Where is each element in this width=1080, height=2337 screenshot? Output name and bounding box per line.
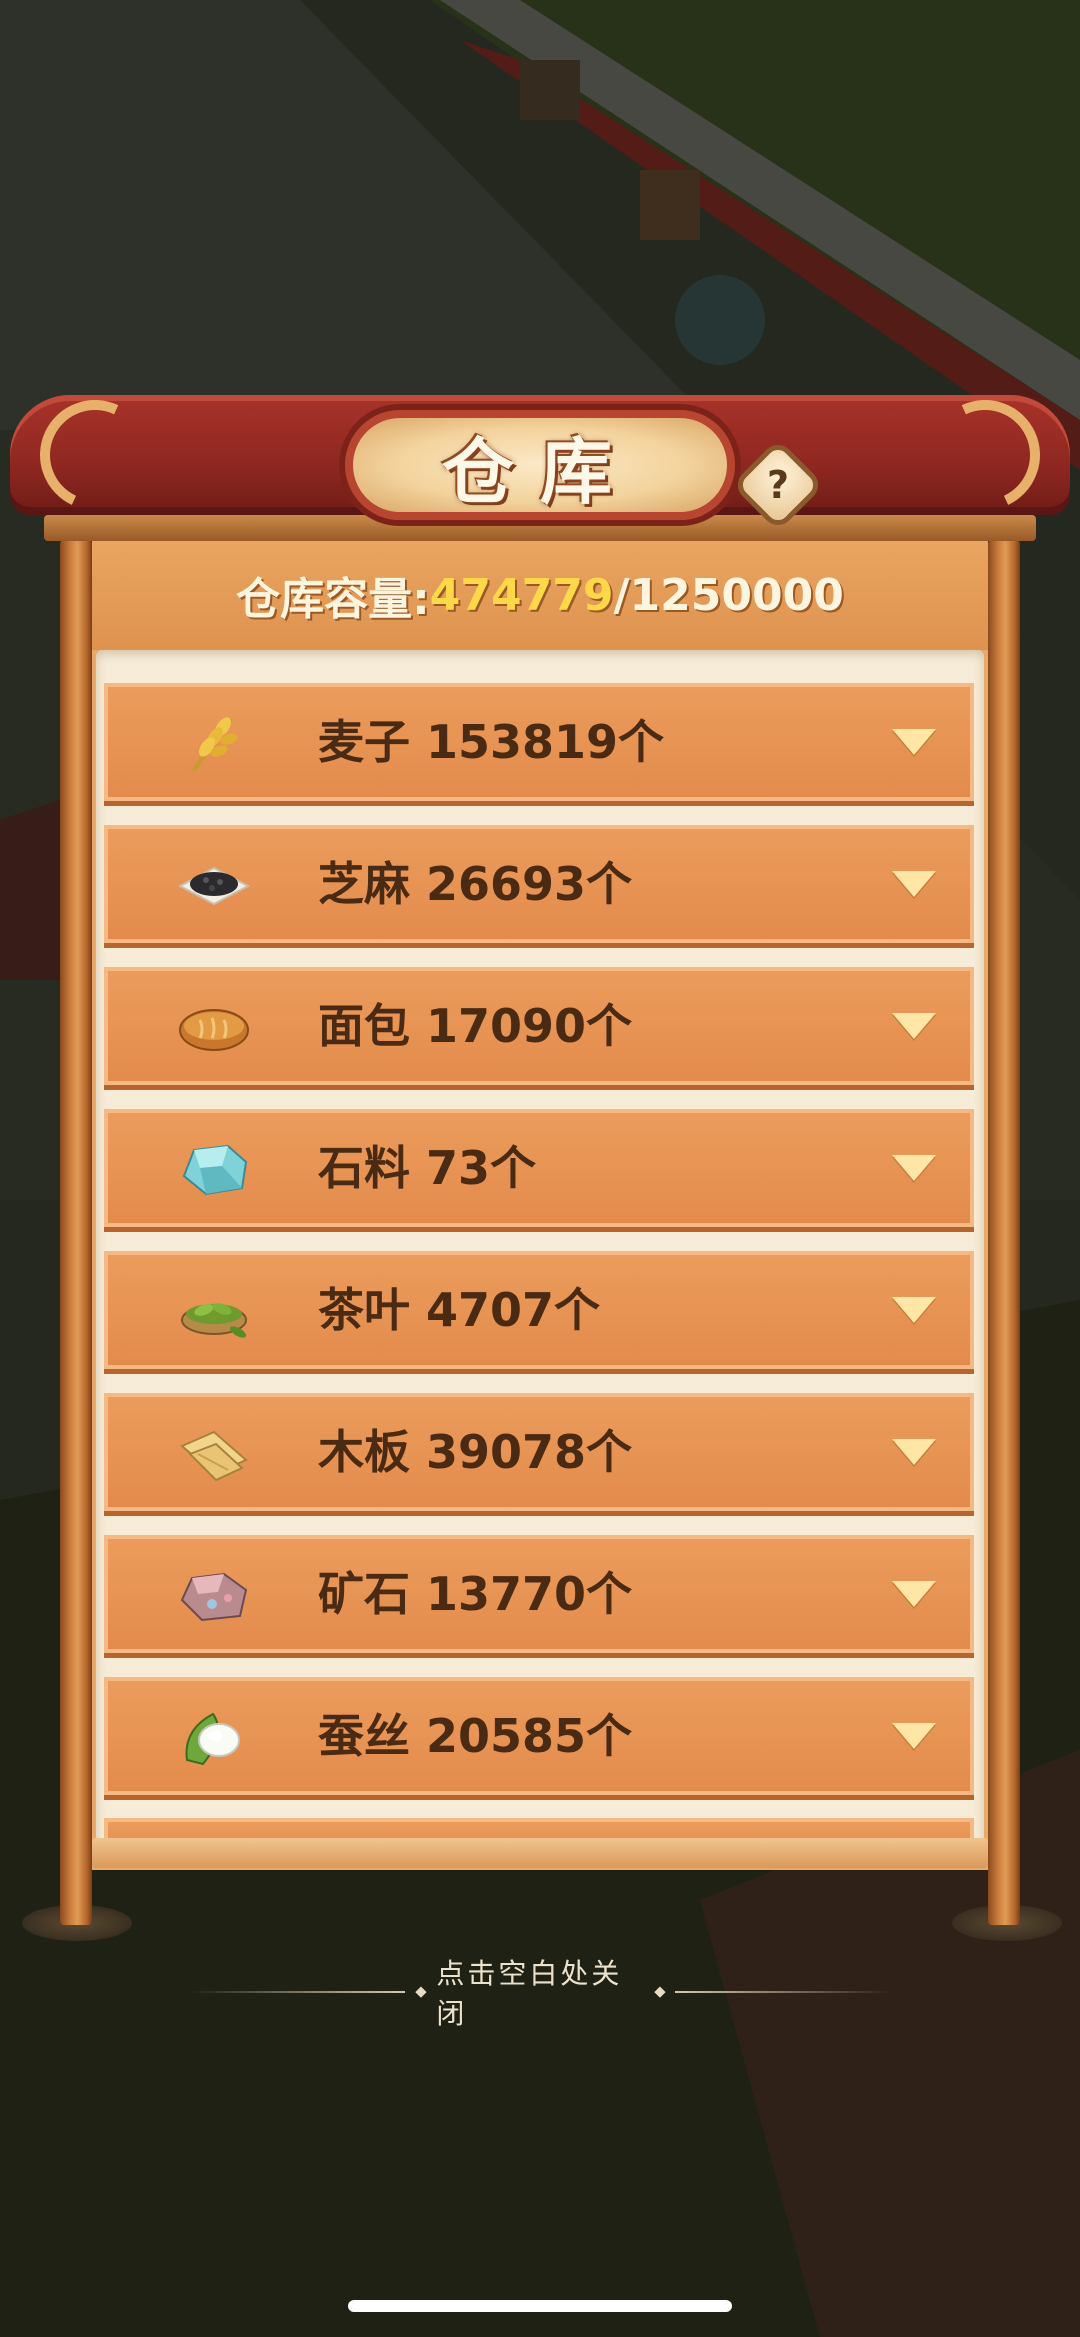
item-name: 矿石 13770个 — [318, 1567, 633, 1621]
diamond-icon — [653, 1986, 665, 1998]
divider — [675, 1991, 890, 1993]
list-item-wheat[interactable]: 麦子 153819个 — [104, 683, 974, 801]
list-item-stone[interactable]: 石料 73个 — [104, 1109, 974, 1227]
list-item-tea[interactable]: 茶叶 4707个 — [104, 1251, 974, 1369]
item-list[interactable]: 麦子 153819个 芝麻 26693个 面包 17090个 石料 73个 茶叶… — [96, 650, 984, 1850]
sesame-icon — [174, 851, 254, 921]
close-hint[interactable]: 点击空白处关闭 — [190, 1957, 890, 2030]
close-hint-text: 点击空白处关闭 — [436, 1957, 623, 2030]
home-indicator[interactable] — [348, 2300, 732, 2312]
capacity-bar: 仓库容量: 474779/1250000 — [92, 540, 988, 650]
right-post — [988, 540, 1020, 1925]
capacity-current: 474779 — [429, 569, 614, 621]
page-title: 仓库 — [441, 428, 638, 514]
board-bottom-rail — [92, 1838, 988, 1868]
expand-arrow-icon[interactable] — [892, 729, 936, 755]
capacity-label: 仓库容量: — [236, 574, 430, 625]
left-post — [60, 540, 92, 1925]
item-name: 芝麻 26693个 — [318, 857, 633, 911]
capacity-max: 1250000 — [629, 569, 844, 621]
expand-arrow-icon[interactable] — [892, 1723, 936, 1749]
bread-icon — [174, 993, 254, 1063]
list-item-plank[interactable]: 木板 39078个 — [104, 1393, 974, 1511]
capacity-separator: / — [613, 569, 630, 621]
tea-leaf-icon — [174, 1277, 254, 1347]
question-mark-icon: ? — [766, 463, 790, 507]
item-name: 面包 17090个 — [318, 999, 633, 1053]
warehouse-panel: 仓库容量: 474779/1250000 麦子 153819个 芝麻 26693… — [0, 0, 1080, 2000]
expand-arrow-icon[interactable] — [892, 1439, 936, 1465]
list-item-ore[interactable]: 矿石 13770个 — [104, 1535, 974, 1653]
plank-icon — [174, 1419, 254, 1489]
expand-arrow-icon[interactable] — [892, 1013, 936, 1039]
list-item-bread[interactable]: 面包 17090个 — [104, 967, 974, 1085]
diamond-icon — [415, 1986, 427, 1998]
item-name: 茶叶 4707个 — [318, 1283, 601, 1337]
list-item-silk[interactable]: 蚕丝 20585个 — [104, 1677, 974, 1795]
title-plaque: 仓库 — [345, 410, 735, 520]
item-name: 麦子 153819个 — [318, 715, 665, 769]
expand-arrow-icon[interactable] — [892, 1581, 936, 1607]
ore-icon — [174, 1561, 254, 1631]
item-name: 石料 73个 — [318, 1141, 537, 1195]
stone-icon — [174, 1135, 254, 1205]
expand-arrow-icon[interactable] — [892, 1155, 936, 1181]
item-name: 木板 39078个 — [318, 1425, 633, 1479]
wheat-icon — [174, 709, 254, 779]
expand-arrow-icon[interactable] — [892, 1297, 936, 1323]
expand-arrow-icon[interactable] — [892, 871, 936, 897]
silk-cocoon-icon — [174, 1703, 254, 1773]
divider — [190, 1991, 405, 1993]
item-name: 蚕丝 20585个 — [318, 1709, 633, 1763]
list-item-sesame[interactable]: 芝麻 26693个 — [104, 825, 974, 943]
